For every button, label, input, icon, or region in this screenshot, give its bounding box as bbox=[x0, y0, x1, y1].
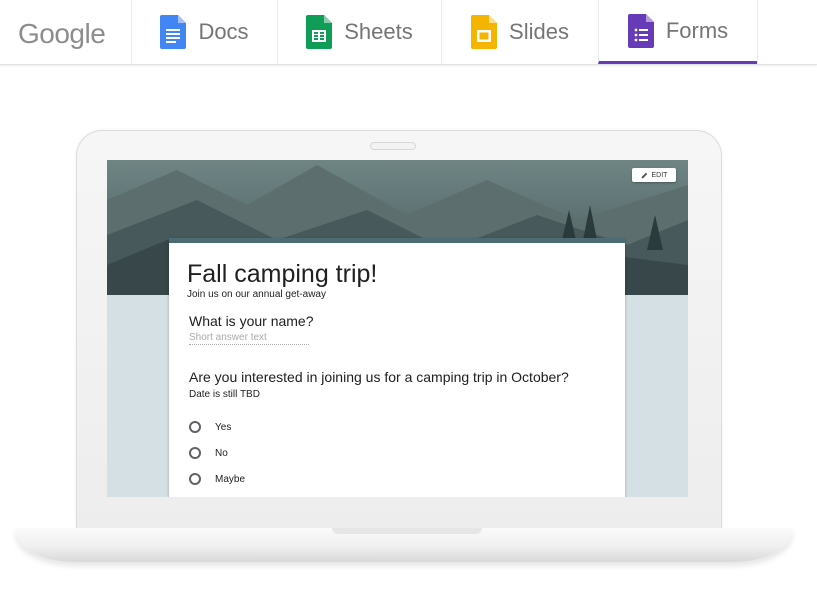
edit-header-button[interactable]: EDIT bbox=[632, 168, 676, 182]
option-maybe[interactable]: Maybe bbox=[189, 471, 245, 487]
product-nav-bar: Google Docs Sheets Slides Forms bbox=[0, 0, 817, 65]
option-yes[interactable]: Yes bbox=[189, 419, 231, 435]
form-card: Fall camping trip! Join us on our annual… bbox=[169, 238, 625, 497]
laptop-notch bbox=[332, 528, 482, 534]
tab-label-forms: Forms bbox=[665, 17, 729, 43]
tab-docs[interactable]: Docs bbox=[131, 0, 277, 64]
short-answer-input[interactable]: Short answer text bbox=[189, 332, 309, 345]
tab-forms[interactable]: Forms bbox=[598, 0, 757, 64]
option-no[interactable]: No bbox=[189, 445, 228, 461]
tab-label-docs: Docs bbox=[198, 19, 249, 44]
tab-divider bbox=[757, 0, 758, 64]
laptop-camera bbox=[370, 142, 416, 150]
question-name: What is your name? bbox=[189, 313, 314, 329]
laptop-screen: EDIT Fall camping trip! Join us on our a… bbox=[107, 160, 688, 497]
slides-icon bbox=[471, 15, 498, 49]
tab-label-slides: Slides bbox=[509, 19, 569, 44]
question-camping: Are you interested in joining us for a c… bbox=[189, 369, 569, 385]
question-description: Date is still TBD bbox=[189, 389, 260, 400]
radio-icon[interactable] bbox=[189, 421, 201, 433]
google-logo[interactable]: Google bbox=[18, 14, 118, 54]
pencil-icon bbox=[641, 172, 647, 178]
radio-icon[interactable] bbox=[189, 447, 201, 459]
tab-slides[interactable]: Slides bbox=[441, 0, 598, 64]
forms-icon bbox=[627, 13, 654, 48]
radio-icon[interactable] bbox=[189, 473, 201, 485]
docs-icon bbox=[160, 15, 187, 49]
form-accent-bar bbox=[169, 238, 625, 243]
tab-sheets[interactable]: Sheets bbox=[277, 0, 441, 64]
tab-label-sheets: Sheets bbox=[344, 19, 413, 44]
form-description: Join us on our annual get-away bbox=[187, 289, 326, 300]
sheets-icon bbox=[306, 15, 333, 49]
form-title: Fall camping trip! bbox=[187, 260, 378, 288]
